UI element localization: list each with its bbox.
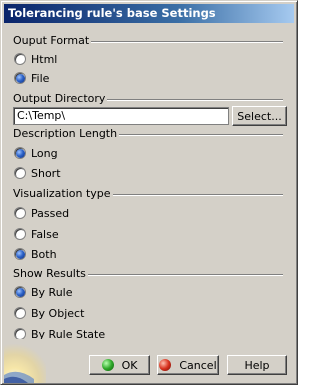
radio-label: File	[31, 71, 50, 85]
radio-button[interactable]	[14, 248, 26, 260]
radio-label: Long	[31, 146, 58, 160]
radio-button[interactable]	[14, 207, 26, 219]
description-length-title: Description Length	[13, 127, 120, 141]
radio-results-by-object[interactable]: By Object	[14, 305, 84, 321]
visualization-type-title: Visualization type	[13, 187, 113, 201]
radio-results-by-rule[interactable]: By Rule	[14, 284, 73, 300]
window-title: Tolerancing rule's base Settings	[8, 6, 216, 20]
radio-length-long[interactable]: Long	[14, 145, 58, 161]
sunrise-logo-icon	[4, 339, 46, 383]
radio-vis-false[interactable]: False	[14, 226, 59, 242]
radio-length-short[interactable]: Short	[14, 165, 61, 181]
radio-vis-passed[interactable]: Passed	[14, 205, 69, 221]
radio-vis-both[interactable]: Both	[14, 246, 57, 262]
settings-dialog: Tolerancing rule's base Settings Ouput F…	[0, 0, 298, 385]
radio-button[interactable]	[14, 228, 26, 240]
radio-format-file[interactable]: File	[14, 70, 49, 86]
select-directory-button[interactable]: Select...	[232, 106, 287, 126]
help-label: Help	[244, 358, 270, 372]
radio-label: Both	[31, 247, 57, 261]
radio-format-html[interactable]: Html	[14, 51, 57, 67]
radio-button[interactable]	[14, 147, 26, 159]
radio-label: Short	[31, 166, 61, 180]
cancel-icon	[159, 359, 172, 371]
radio-label: Passed	[31, 206, 70, 220]
cancel-button[interactable]: Cancel	[157, 355, 219, 375]
output-format-title: Ouput Format	[13, 34, 92, 48]
radio-button[interactable]	[14, 286, 26, 298]
radio-label: By Rule	[31, 285, 73, 299]
radio-button[interactable]	[14, 72, 26, 84]
radio-label: False	[31, 227, 59, 241]
output-directory-title: Output Directory	[13, 92, 108, 106]
ok-label: OK	[121, 358, 138, 372]
radio-label: By Object	[31, 306, 85, 320]
ok-button[interactable]: OK	[89, 355, 150, 375]
title-bar[interactable]: Tolerancing rule's base Settings	[4, 4, 294, 23]
radio-button[interactable]	[14, 167, 26, 179]
cancel-label: Cancel	[179, 358, 217, 372]
radio-button[interactable]	[14, 53, 26, 65]
output-directory-input[interactable]: C:\Temp\	[13, 107, 229, 125]
ok-icon	[101, 359, 114, 371]
help-button[interactable]: Help	[227, 355, 287, 375]
show-results-title: Show Results	[13, 267, 88, 281]
radio-button[interactable]	[14, 307, 26, 319]
select-button-label: Select...	[237, 109, 282, 123]
radio-label: Html	[31, 52, 58, 66]
